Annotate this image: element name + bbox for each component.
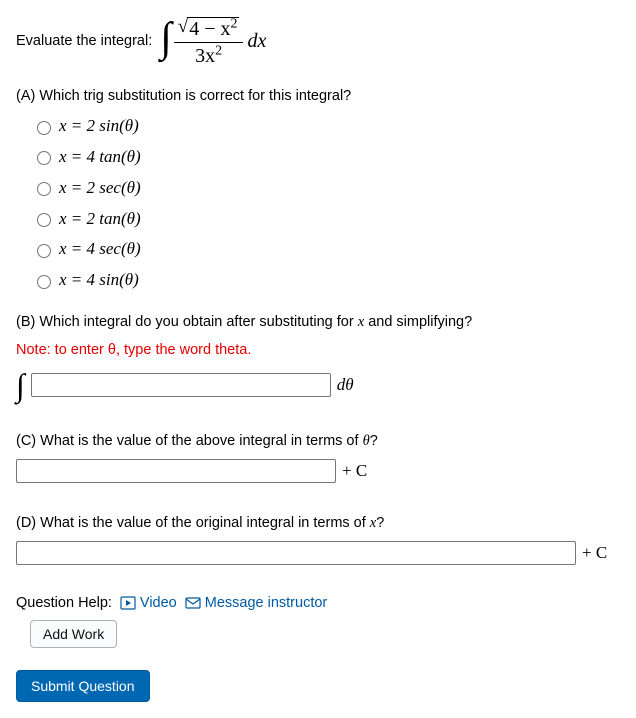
choice-1[interactable]: x = 4 tan(θ) [32, 145, 620, 169]
mail-icon [185, 596, 201, 610]
choice-2[interactable]: x = 2 sec(θ) [32, 176, 620, 200]
part-a-label: (A) Which trig substitution is correct f… [16, 86, 620, 106]
sqrt-exp: 2 [230, 16, 237, 31]
radio-choice-2[interactable] [37, 182, 51, 196]
radio-choice-5[interactable] [37, 275, 51, 289]
message-instructor-link[interactable]: Message instructor [185, 593, 328, 613]
radio-choice-3[interactable] [37, 213, 51, 227]
choice-text-5: x = 4 sin(θ) [59, 268, 139, 292]
part-d-after: + C [582, 541, 607, 565]
choice-3[interactable]: x = 2 tan(θ) [32, 207, 620, 231]
video-link-text: Video [140, 593, 177, 613]
part-a-choices: x = 2 sin(θ) x = 4 tan(θ) x = 2 sec(θ) x… [32, 114, 620, 292]
choice-text-3: x = 2 tan(θ) [59, 207, 141, 231]
part-d-input[interactable] [16, 541, 576, 565]
part-c-after: + C [342, 459, 367, 483]
part-d-label: (D) What is the value of the original in… [16, 515, 384, 531]
part-b-note: Note: to enter θ, type the word theta. [16, 340, 620, 360]
radio-choice-1[interactable] [37, 151, 51, 165]
problem-prompt: Evaluate the integral: ∫ √ 4 − x2 3x2 dx [16, 14, 620, 68]
part-b-after: dθ [337, 373, 354, 397]
video-link[interactable]: Video [120, 593, 177, 613]
part-b-input[interactable] [31, 373, 331, 397]
sqrt-inner: 4 − x [189, 18, 230, 40]
denom-exp: 2 [215, 43, 222, 58]
integral-sign-icon: ∫ [16, 369, 25, 401]
choice-text-0: x = 2 sin(θ) [59, 114, 139, 138]
radio-choice-4[interactable] [37, 244, 51, 258]
integral-expression: ∫ √ 4 − x2 3x2 dx [160, 14, 266, 68]
prompt-text: Evaluate the integral: [16, 31, 152, 51]
choice-0[interactable]: x = 2 sin(θ) [32, 114, 620, 138]
submit-question-button[interactable]: Submit Question [16, 670, 150, 702]
add-work-button[interactable]: Add Work [30, 620, 117, 648]
dx: dx [247, 27, 266, 55]
part-b-label: (B) Which integral do you obtain after s… [16, 314, 472, 330]
radio-choice-0[interactable] [37, 121, 51, 135]
choice-text-2: x = 2 sec(θ) [59, 176, 141, 200]
part-c-input[interactable] [16, 459, 336, 483]
choice-text-1: x = 4 tan(θ) [59, 145, 141, 169]
question-help-label: Question Help: [16, 593, 112, 613]
choice-5[interactable]: x = 4 sin(θ) [32, 268, 620, 292]
choice-4[interactable]: x = 4 sec(θ) [32, 237, 620, 261]
video-icon [120, 596, 136, 610]
integral-sign-icon: ∫ [160, 22, 172, 56]
message-link-text: Message instructor [205, 593, 328, 613]
choice-text-4: x = 4 sec(θ) [59, 237, 141, 261]
part-c-label: (C) What is the value of the above integ… [16, 433, 378, 449]
denominator: 3x [195, 45, 215, 67]
